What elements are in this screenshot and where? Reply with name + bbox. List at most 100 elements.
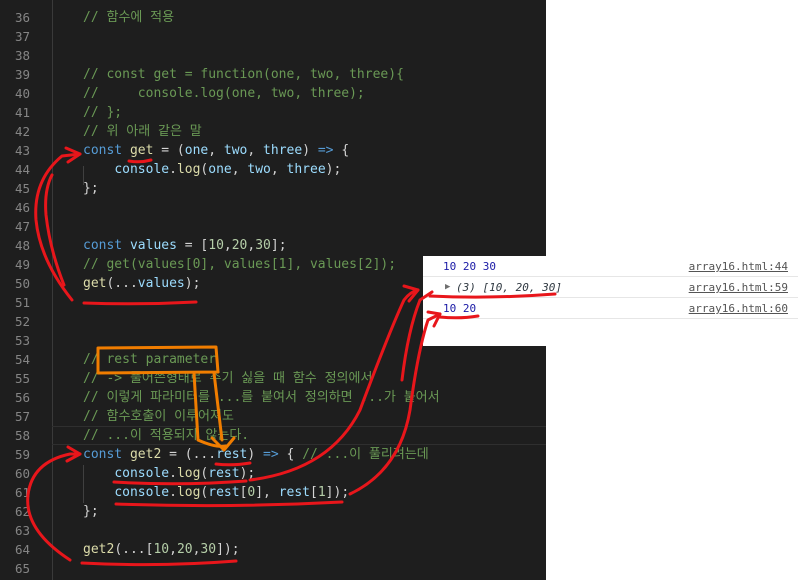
- code-text[interactable]: console.log(one, two, three);: [83, 160, 341, 179]
- code-line[interactable]: 60 console.log(rest);: [0, 464, 546, 483]
- line-number: 45: [14, 181, 30, 196]
- code-token: =>: [317, 143, 334, 158]
- line-number: 56: [14, 390, 30, 405]
- code-token: ]);: [325, 485, 350, 500]
- console-source-link[interactable]: array16.html:44: [689, 256, 788, 277]
- code-line[interactable]: 43 const get = (one, two, three) => {: [0, 141, 546, 160]
- code-text[interactable]: // ...이 적용되지 않는다.: [83, 426, 249, 445]
- line-number: 36: [14, 10, 30, 25]
- devtools-console: 10 20 30 array16.html:44 ▶ (3) [10, 20, …: [423, 256, 798, 346]
- code-line[interactable]: 56 // 이렇게 파라미터를 ...를 붙여서 정의하면 ...가 붙어서: [0, 388, 546, 407]
- code-line[interactable]: 42 // 위 아래 같은 말: [0, 122, 546, 141]
- console-log-value: 10 20: [443, 302, 477, 315]
- line-number: 49: [14, 257, 30, 272]
- code-text[interactable]: // console.log(one, two, three);: [83, 84, 365, 103]
- code-token: =>: [263, 447, 279, 462]
- code-text[interactable]: console.log(rest);: [83, 464, 255, 483]
- code-text[interactable]: get(...values);: [83, 274, 200, 293]
- line-number: 55: [14, 371, 30, 386]
- code-token: (...: [106, 276, 138, 291]
- code-line[interactable]: 57 // 함수호출이 이루어져도: [0, 407, 546, 426]
- code-line[interactable]: 45};: [0, 179, 546, 198]
- code-line[interactable]: 37: [0, 27, 546, 46]
- code-line[interactable]: 47: [0, 217, 546, 236]
- code-text[interactable]: const get2 = (...rest) => { // ...이 풀리려는…: [83, 445, 429, 464]
- line-number: 61: [14, 485, 30, 500]
- code-line[interactable]: 64 get2(...[10,20,30]);: [0, 540, 546, 559]
- code-text[interactable]: // rest parameter: [83, 350, 216, 369]
- code-line[interactable]: 55 // -> 풀어쓴형태로 주기 싫을 때 함수 정의에서: [0, 369, 546, 388]
- code-text[interactable]: const values = [10,20,30];: [83, 236, 287, 255]
- code-text[interactable]: // get(values[0], values[1], values[2]);: [83, 255, 396, 274]
- code-text[interactable]: // 위 아래 같은 말: [83, 122, 202, 141]
- code-line[interactable]: 39 // const get = function(one, two, thre…: [0, 65, 546, 84]
- line-number: 47: [14, 219, 30, 234]
- code-text[interactable]: };: [83, 502, 99, 521]
- code-token: one: [184, 143, 209, 158]
- code-line[interactable]: 48 const values = [10,20,30];: [0, 236, 546, 255]
- console-row: 10 20 30 array16.html:44: [423, 256, 798, 277]
- console-row: ▶ (3) [10, 20, 30] array16.html:59: [423, 277, 798, 298]
- code-token: ,: [208, 143, 224, 158]
- line-number: 64: [14, 542, 30, 557]
- code-token: ,: [231, 162, 248, 177]
- code-token: // console.log(one, two, three);: [83, 86, 365, 101]
- line-number: 52: [14, 314, 30, 329]
- code-text[interactable]: };: [83, 179, 99, 198]
- code-token: rest: [208, 485, 240, 500]
- code-token: .: [169, 485, 177, 500]
- code-token: 30: [255, 238, 271, 253]
- code-token: // 위 아래 같은 말: [83, 124, 202, 139]
- code-token: rest: [278, 485, 311, 500]
- code-text[interactable]: // const get = function(one, two, three)…: [83, 65, 404, 84]
- expand-triangle-icon[interactable]: ▶: [445, 277, 450, 298]
- code-token: // };: [83, 105, 123, 120]
- console-row: 10 20 array16.html:60: [423, 298, 798, 319]
- code-line[interactable]: 44 console.log(one, two, three);: [0, 160, 546, 179]
- code-token: // ...이 적용되지 않는다.: [83, 428, 250, 443]
- code-line[interactable]: 58 // ...이 적용되지 않는다.: [0, 426, 546, 445]
- code-token: 20: [231, 238, 248, 253]
- code-line[interactable]: 41 // };: [0, 103, 546, 122]
- code-line[interactable]: 59 const get2 = (...rest) => { // ...이 풀리…: [0, 445, 546, 464]
- code-line[interactable]: 63: [0, 521, 546, 540]
- code-text[interactable]: // 함수호출이 이루어져도: [83, 407, 234, 426]
- code-text[interactable]: // 함수에 적용: [83, 8, 174, 27]
- line-number: 58: [14, 428, 30, 443]
- code-line[interactable]: 61 console.log(rest[0], rest[1]);: [0, 483, 546, 502]
- code-line[interactable]: 62};: [0, 502, 546, 521]
- code-line[interactable]: 46: [0, 198, 546, 217]
- code-token: get: [83, 276, 107, 291]
- console-source-link[interactable]: array16.html:60: [689, 298, 788, 319]
- console-source-link[interactable]: array16.html:59: [689, 277, 788, 298]
- code-token: {: [333, 143, 350, 158]
- code-token: get2: [83, 542, 115, 557]
- line-number: 37: [14, 29, 30, 44]
- code-token: = (...: [161, 447, 217, 462]
- code-line[interactable]: 38: [0, 46, 546, 65]
- code-text[interactable]: const get = (one, two, three) => {: [83, 141, 349, 160]
- code-line[interactable]: 54 // rest parameter: [0, 350, 546, 369]
- line-number: 53: [14, 333, 30, 348]
- line-number: 48: [14, 238, 30, 253]
- code-line[interactable]: 65: [0, 559, 546, 578]
- code-text[interactable]: console.log(rest[0], rest[1]);: [83, 483, 349, 502]
- code-line[interactable]: 40 // console.log(one, two, three);: [0, 84, 546, 103]
- code-token: [: [310, 485, 318, 500]
- code-text[interactable]: // 이렇게 파라미터를 ...를 붙여서 정의하면 ...가 붙어서: [83, 388, 440, 407]
- code-token: ],: [255, 485, 279, 500]
- code-line[interactable]: 36 // 함수에 적용: [0, 8, 546, 27]
- code-text[interactable]: get2(...[10,20,30]);: [83, 540, 240, 559]
- code-token: // -> 풀어쓴형태로 주기 싫을 때 함수 정의에서: [83, 371, 373, 386]
- console-log-array-value[interactable]: (3) [10, 20, 30]: [456, 277, 562, 298]
- code-text[interactable]: // };: [83, 103, 122, 122]
- code-token: two: [247, 162, 271, 177]
- code-token: log: [176, 466, 201, 481]
- code-token: log: [176, 162, 201, 177]
- line-number: 46: [14, 200, 30, 215]
- code-token: get: [129, 143, 154, 158]
- code-text[interactable]: // -> 풀어쓴형태로 주기 싫을 때 함수 정의에서: [83, 369, 372, 388]
- code-token: log: [176, 485, 201, 500]
